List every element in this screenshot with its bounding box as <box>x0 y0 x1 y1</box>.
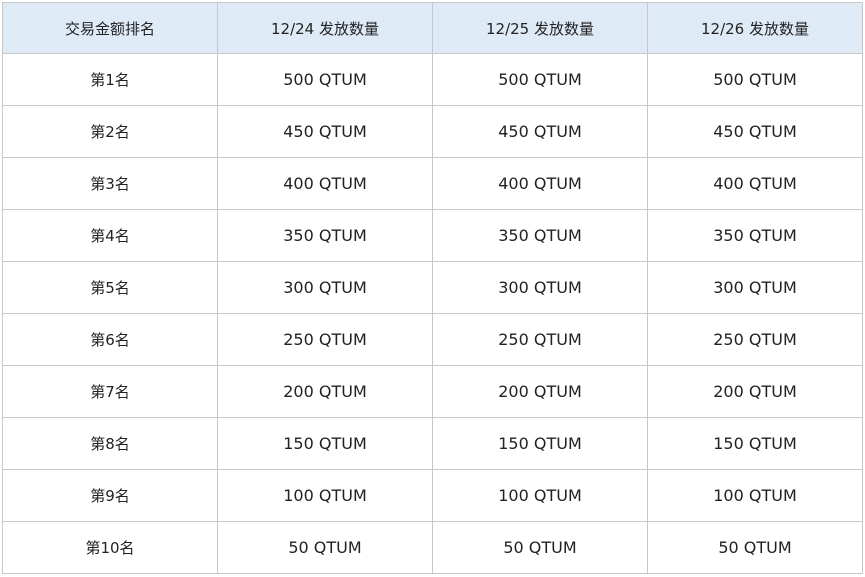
amount-cell: 150 QTUM <box>432 417 648 470</box>
table-row: 第6名 250 QTUM 250 QTUM 250 QTUM <box>2 313 863 366</box>
amount-cell: 150 QTUM <box>647 417 863 470</box>
rank-cell: 第3名 <box>2 157 218 210</box>
amount-cell: 350 QTUM <box>432 209 648 262</box>
amount-cell: 50 QTUM <box>647 521 863 574</box>
amount-cell: 250 QTUM <box>647 313 863 366</box>
table-row: 第7名 200 QTUM 200 QTUM 200 QTUM <box>2 365 863 418</box>
amount-cell: 200 QTUM <box>647 365 863 418</box>
amount-cell: 400 QTUM <box>647 157 863 210</box>
amount-cell: 350 QTUM <box>217 209 433 262</box>
table-row: 第10名 50 QTUM 50 QTUM 50 QTUM <box>2 521 863 574</box>
amount-cell: 100 QTUM <box>217 469 433 522</box>
reward-table-container: 交易金额排名 12/24 发放数量 12/25 发放数量 12/26 发放数量 … <box>2 2 863 574</box>
header-date-1225: 12/25 发放数量 <box>432 2 648 54</box>
amount-cell: 500 QTUM <box>217 53 433 106</box>
amount-cell: 450 QTUM <box>647 105 863 158</box>
table-row: 第4名 350 QTUM 350 QTUM 350 QTUM <box>2 209 863 262</box>
rank-cell: 第4名 <box>2 209 218 262</box>
amount-cell: 450 QTUM <box>217 105 433 158</box>
amount-cell: 200 QTUM <box>432 365 648 418</box>
table-body: 第1名 500 QTUM 500 QTUM 500 QTUM 第2名 450 Q… <box>2 53 863 574</box>
header-date-1226: 12/26 发放数量 <box>647 2 863 54</box>
table-row: 第3名 400 QTUM 400 QTUM 400 QTUM <box>2 157 863 210</box>
table-header: 交易金额排名 12/24 发放数量 12/25 发放数量 12/26 发放数量 <box>2 2 863 54</box>
rank-cell: 第1名 <box>2 53 218 106</box>
amount-cell: 350 QTUM <box>647 209 863 262</box>
rank-cell: 第6名 <box>2 313 218 366</box>
amount-cell: 250 QTUM <box>432 313 648 366</box>
amount-cell: 400 QTUM <box>217 157 433 210</box>
rank-cell: 第9名 <box>2 469 218 522</box>
rank-cell: 第5名 <box>2 261 218 314</box>
table-row: 第8名 150 QTUM 150 QTUM 150 QTUM <box>2 417 863 470</box>
amount-cell: 450 QTUM <box>432 105 648 158</box>
amount-cell: 100 QTUM <box>432 469 648 522</box>
rank-cell: 第8名 <box>2 417 218 470</box>
table-row: 第1名 500 QTUM 500 QTUM 500 QTUM <box>2 53 863 106</box>
rank-cell: 第10名 <box>2 521 218 574</box>
header-row: 交易金额排名 12/24 发放数量 12/25 发放数量 12/26 发放数量 <box>2 2 863 54</box>
amount-cell: 300 QTUM <box>432 261 648 314</box>
amount-cell: 50 QTUM <box>217 521 433 574</box>
amount-cell: 300 QTUM <box>647 261 863 314</box>
table-row: 第5名 300 QTUM 300 QTUM 300 QTUM <box>2 261 863 314</box>
amount-cell: 300 QTUM <box>217 261 433 314</box>
amount-cell: 400 QTUM <box>432 157 648 210</box>
rank-cell: 第2名 <box>2 105 218 158</box>
header-rank: 交易金额排名 <box>2 2 218 54</box>
rank-cell: 第7名 <box>2 365 218 418</box>
amount-cell: 200 QTUM <box>217 365 433 418</box>
reward-table: 交易金额排名 12/24 发放数量 12/25 发放数量 12/26 发放数量 … <box>2 2 863 574</box>
header-date-1224: 12/24 发放数量 <box>217 2 433 54</box>
amount-cell: 250 QTUM <box>217 313 433 366</box>
amount-cell: 150 QTUM <box>217 417 433 470</box>
amount-cell: 500 QTUM <box>432 53 648 106</box>
table-row: 第9名 100 QTUM 100 QTUM 100 QTUM <box>2 469 863 522</box>
amount-cell: 500 QTUM <box>647 53 863 106</box>
amount-cell: 100 QTUM <box>647 469 863 522</box>
table-row: 第2名 450 QTUM 450 QTUM 450 QTUM <box>2 105 863 158</box>
amount-cell: 50 QTUM <box>432 521 648 574</box>
